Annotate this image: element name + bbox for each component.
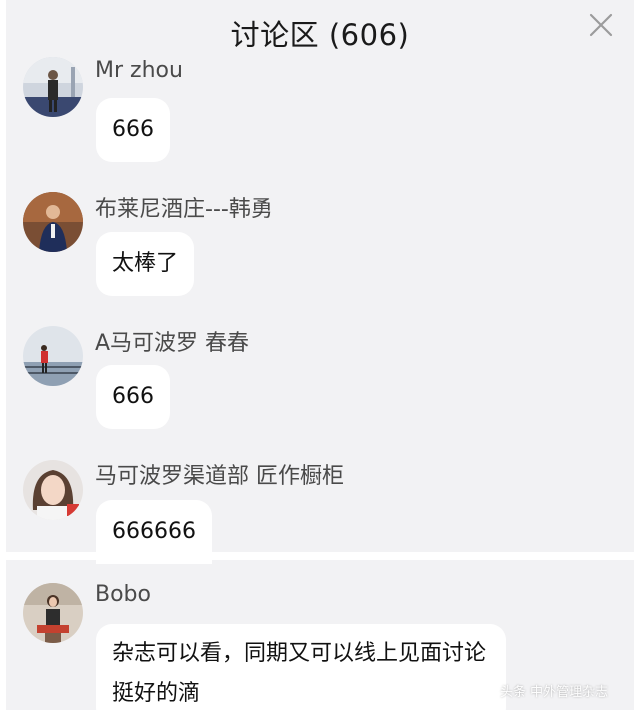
commenter-name: Bobo [95,582,151,607]
discussion-title: 讨论区 (606) [230,18,410,52]
commenter-name: A马可波罗 春春 [95,331,250,356]
avatar[interactable] [23,326,83,386]
comment-bubble: 666 [96,98,170,162]
commenter-name: 马可波罗渠道部 匠作橱柜 [95,464,344,489]
avatar[interactable] [23,57,83,117]
avatar[interactable] [23,460,83,520]
commenter-name: 布莱尼酒庄---韩勇 [95,197,273,222]
watermark: 头条 中外管理杂志 [500,685,609,700]
comment-bubble: 666 [96,365,170,429]
close-icon[interactable] [586,10,616,40]
comment-bubble: 太棒了 [96,232,195,296]
avatar[interactable] [23,583,83,643]
comment-bubble: 666666 [96,500,212,564]
comment-bubble: 杂志可以看，同期又可以线上见面讨论挺好的滴 [96,624,506,724]
commenter-name: Mr zhou [95,58,183,83]
avatar[interactable] [23,192,83,252]
